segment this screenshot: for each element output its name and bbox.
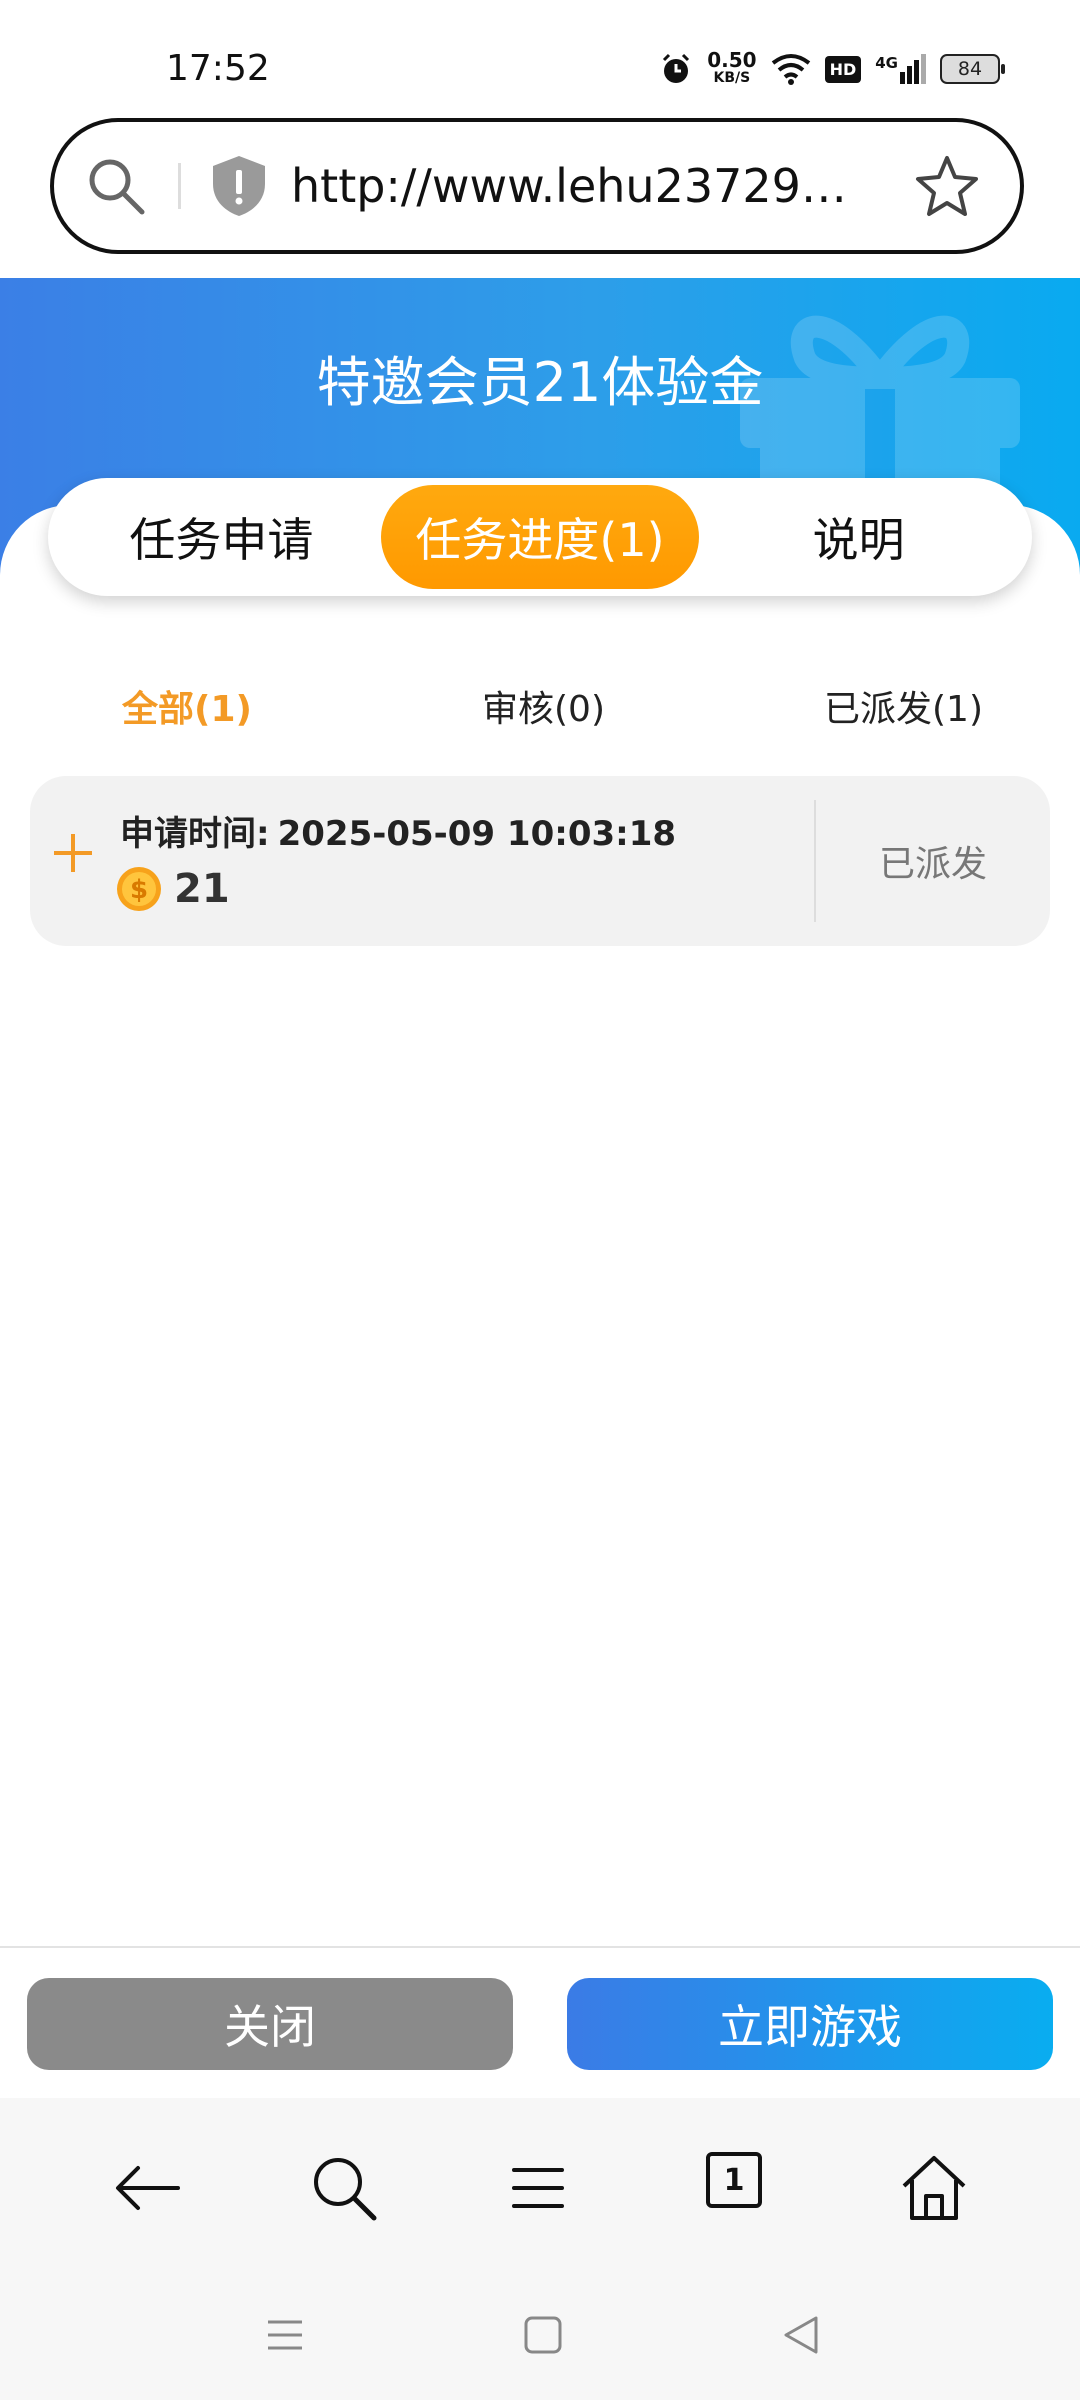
alarm-icon [663,53,690,83]
url-bar[interactable]: http://www.lehu2372954... [50,118,1024,254]
wifi-icon [771,54,810,85]
back-triangle-icon[interactable] [776,2310,826,2360]
filter-review[interactable]: 审核(0) [482,680,605,732]
status-filters: 全部(1) 审核(0) 已派发(1) [0,680,1080,740]
star-icon[interactable] [914,153,980,219]
tabs-count-button[interactable]: 1 [706,2152,762,2208]
browser-nav: 1 [0,2098,1080,2268]
coin-icon: $ [117,867,161,911]
apply-time: 申请时间: 2025-05-09 10:03:18 [120,814,677,854]
tab-instructions[interactable]: 说明 [699,485,1018,589]
back-icon[interactable] [108,2148,188,2228]
list-item[interactable]: 申请时间: 2025-05-09 10:03:18 $ 21 已派发 [30,776,1050,946]
url-text[interactable]: http://www.lehu2372954... [291,159,851,213]
url-divider [178,163,181,209]
tab-task-apply[interactable]: 任务申请 [62,485,381,589]
status-bar: 17:52 0.50 KB/S HD 4G 84 [0,0,1080,110]
menu-icon[interactable] [498,2148,578,2228]
status-icons: 0.50 KB/S HD 4G 84 [659,46,1005,92]
status-badge: 已派发 [878,844,987,885]
play-now-button[interactable]: 立即游戏 [567,1978,1053,2070]
tab-bar: 任务申请 任务进度(1) 说明 [48,478,1032,596]
search-icon[interactable] [304,2148,384,2228]
action-bar: 关闭 立即游戏 [0,1946,1080,2098]
hd-badge: HD [824,55,862,83]
recents-icon[interactable] [260,2310,310,2360]
svg-text:$: $ [130,875,148,905]
signal-icon: 4G [875,54,926,84]
home-icon[interactable] [894,2148,974,2228]
battery-icon: 84 [940,54,1005,84]
filter-all[interactable]: 全部(1) [122,680,252,732]
search-icon[interactable] [84,154,148,218]
status-time: 17:52 [166,48,270,89]
shield-warning-icon[interactable] [211,154,267,218]
net-speed: 0.50 KB/S [707,48,757,86]
plus-icon[interactable] [52,832,94,874]
page-title: 特邀会员21体验金 [316,351,764,414]
filter-dispatched[interactable]: 已派发(1) [824,680,983,732]
close-button[interactable]: 关闭 [27,1978,513,2070]
reward-amount: 21 [174,866,230,912]
tab-task-progress[interactable]: 任务进度(1) [380,485,700,589]
home-button-icon[interactable] [518,2310,568,2360]
system-nav [0,2268,1080,2400]
